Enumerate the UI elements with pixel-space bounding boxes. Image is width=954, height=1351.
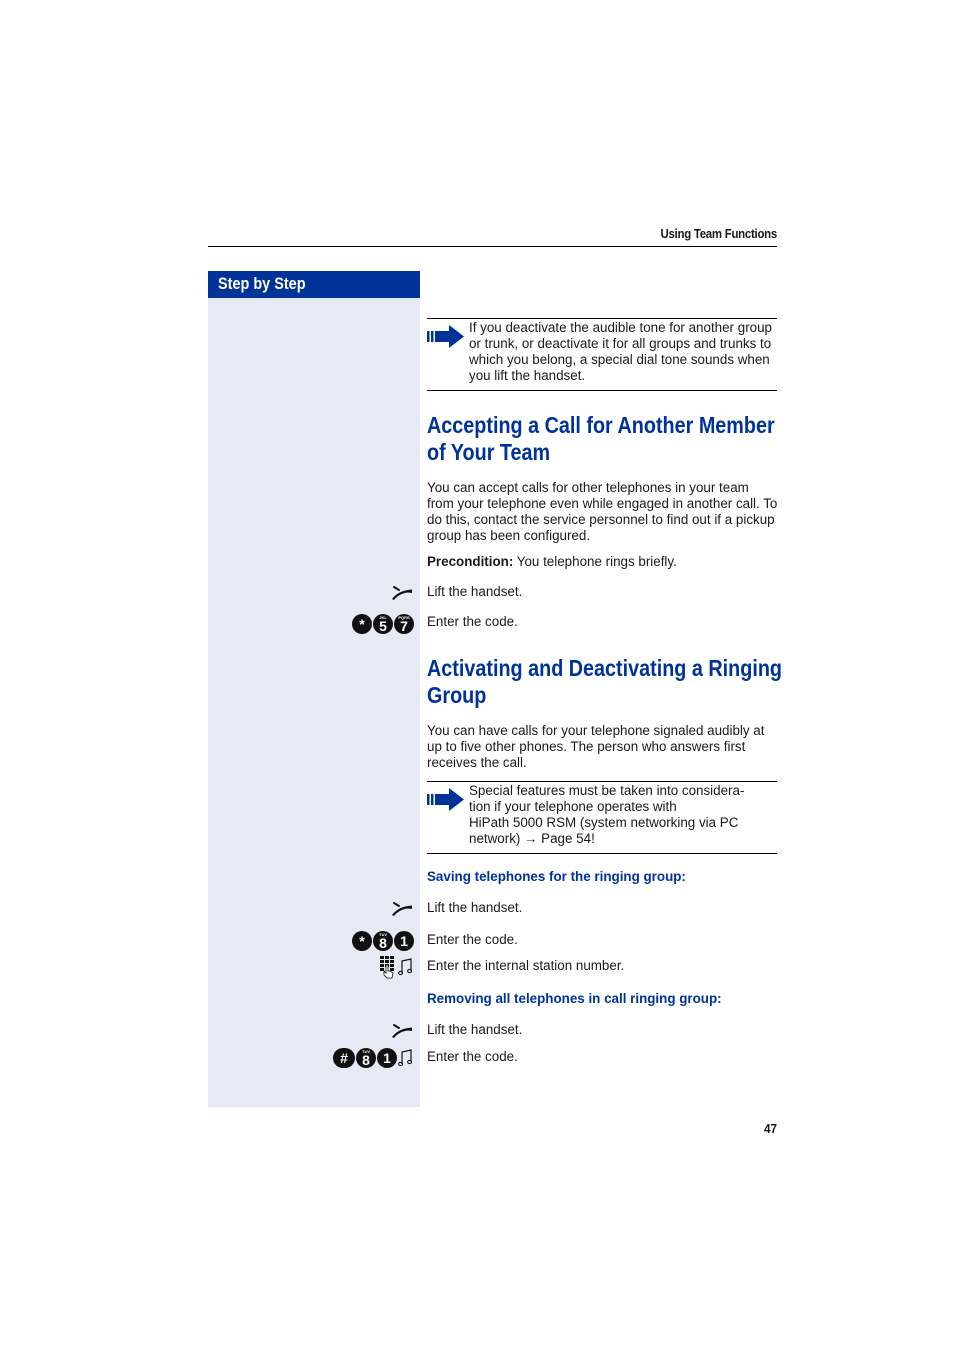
sidebar-title: Step by Step [208, 271, 420, 298]
step-text: Lift the handset. [427, 584, 523, 599]
step-text: Enter the code. [427, 932, 518, 947]
step-icons: * TUV 8 1 [352, 931, 414, 951]
note-text-line: HiPath 5000 RSM (system networking via P… [469, 815, 739, 830]
step-icons [390, 582, 414, 602]
key-label: 1 [400, 933, 408, 949]
key-label: * [359, 616, 365, 632]
step-text: Enter the code. [427, 1049, 518, 1064]
key-sublabel: TUV [379, 932, 387, 937]
key-label: * [359, 933, 365, 949]
step-icons [390, 1020, 414, 1040]
section-heading-line: of Your Team [427, 439, 551, 465]
key-star-icon: * [352, 614, 372, 634]
key-1-icon: 1 [377, 1048, 397, 1068]
section-intro: You can accept calls for other telephone… [427, 480, 778, 543]
section-heading-line: Activating and Deactivating a Ringing [427, 655, 782, 681]
header-rule [208, 246, 777, 247]
key-hash-icon: # [333, 1048, 355, 1068]
key-label: # [340, 1050, 348, 1066]
section-heading: Accepting a Call for Another Member of Y… [427, 412, 787, 466]
key-sublabel: JKL [379, 615, 387, 620]
step-text: Enter the internal station number. [427, 958, 625, 973]
key-8-icon: TUV 8 [356, 1048, 376, 1068]
step-text: Enter the code. [427, 614, 518, 629]
step-text: Lift the handset. [427, 1022, 523, 1037]
step-icons [390, 898, 414, 918]
step-icons: # TUV 8 1 [333, 1048, 414, 1068]
running-header: Using Team Functions [660, 226, 777, 241]
note-arrow-icon [427, 325, 464, 348]
key-star-icon: * [352, 931, 372, 951]
note-text-line: Special features must be taken into cons… [469, 783, 745, 798]
tone-icon [398, 1049, 413, 1067]
section-intro: You can have calls for your telephone si… [427, 723, 765, 770]
subsection-heading: Saving telephones for the ringing group: [427, 869, 686, 884]
key-7-icon: PQRS 7 [394, 614, 414, 634]
precondition: Precondition: You telephone rings briefl… [427, 554, 779, 570]
keypad-icon [380, 956, 394, 979]
section-heading-line: Group [427, 682, 487, 708]
tone-icon [398, 958, 413, 976]
key-sublabel: PQRS [398, 615, 410, 620]
page-number: 47 [763, 1121, 777, 1136]
key-5-icon: JKL 5 [373, 614, 393, 634]
handset-lift-icon [392, 586, 412, 600]
note-page-link[interactable]: network) → Page 54! [469, 831, 595, 846]
note-arrow-icon [427, 788, 464, 811]
note-box: If you deactivate the audible tone for a… [427, 318, 777, 391]
section-heading: Activating and Deactivating a Ringing Gr… [427, 655, 787, 709]
handset-lift-icon [392, 1024, 412, 1038]
precondition-text: You telephone rings briefly. [513, 554, 677, 569]
key-8-icon: TUV 8 [373, 931, 393, 951]
note-text: Special features must be taken into cons… [469, 782, 777, 852]
key-1-icon: 1 [394, 931, 414, 951]
section-heading-line: Accepting a Call for Another Member [427, 412, 775, 438]
note-text-line: tion if your telephone operates with [469, 799, 677, 814]
step-icons [379, 955, 414, 979]
note-text: If you deactivate the audible tone for a… [469, 320, 772, 383]
key-sublabel: TUV [362, 1049, 370, 1054]
note-box: Special features must be taken into cons… [427, 781, 777, 854]
sidebar-column [208, 298, 420, 1107]
key-label: 1 [383, 1050, 391, 1066]
sidebar-title-text: Step by Step [218, 274, 306, 293]
step-text: Lift the handset. [427, 900, 523, 915]
handset-lift-icon [392, 902, 412, 916]
subsection-heading: Removing all telephones in call ringing … [427, 991, 722, 1006]
step-icons: * JKL 5 PQRS 7 [352, 614, 414, 634]
precondition-label: Precondition: [427, 554, 514, 569]
